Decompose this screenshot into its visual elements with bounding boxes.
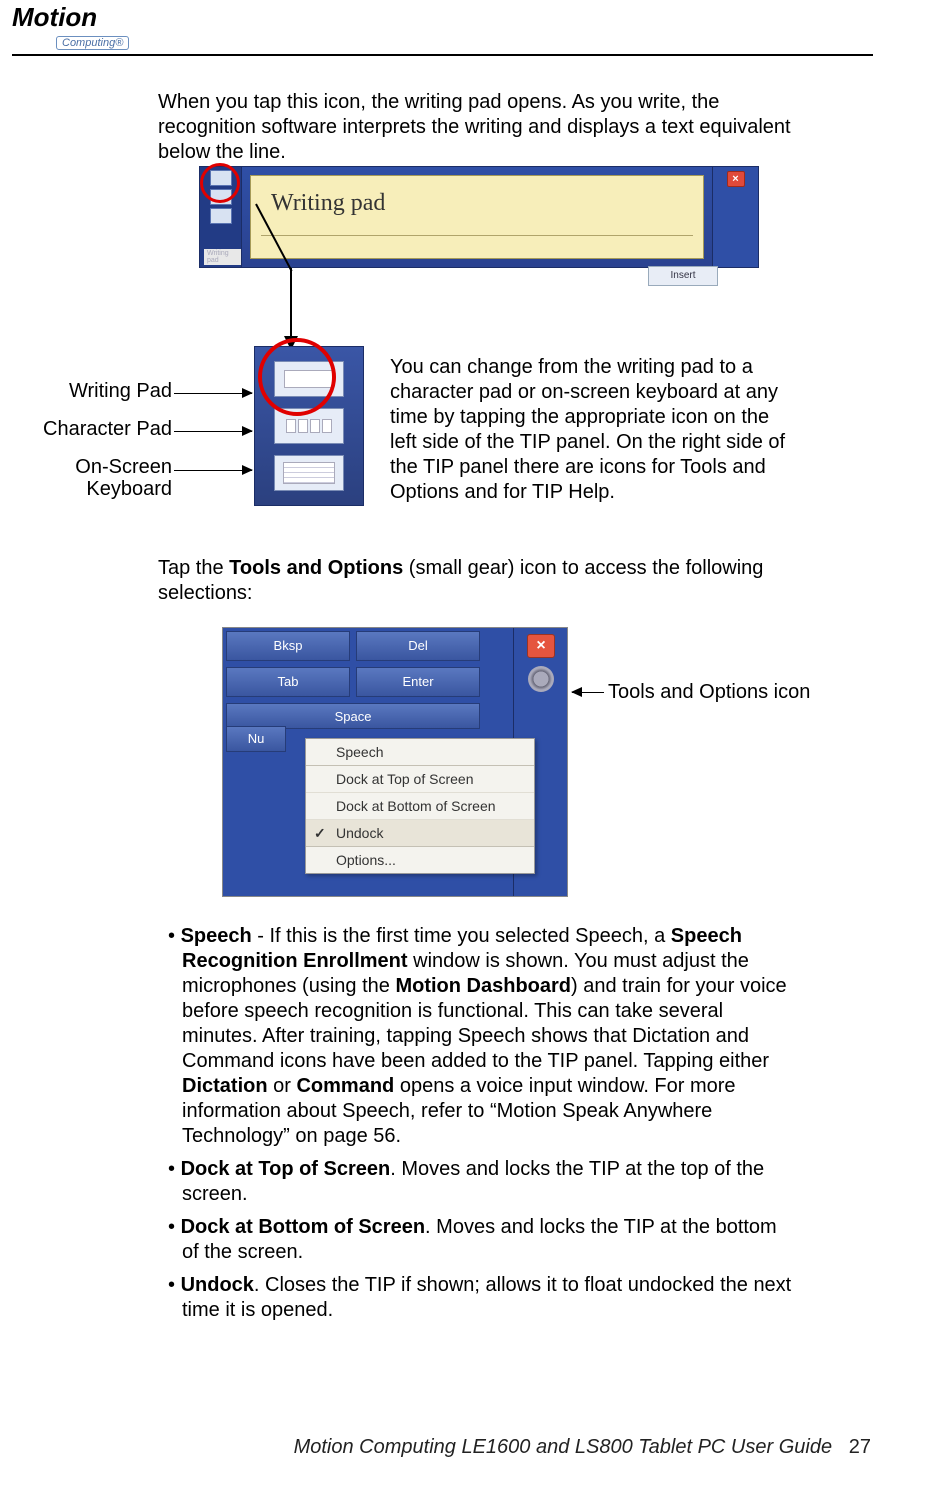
side-paragraph: You can change from the writing pad to a… (390, 355, 800, 505)
gear-icon[interactable] (528, 666, 554, 692)
callout-circle-mode (258, 338, 336, 416)
menu-item-undock[interactable]: Undock (306, 820, 534, 847)
menu-item-dock-bottom[interactable]: Dock at Bottom of Screen (306, 793, 534, 820)
key-bksp[interactable]: Bksp (226, 631, 350, 661)
bullet-dock-bottom: Dock at Bottom of Screen. Moves and lock… (168, 1215, 798, 1265)
logo-main: Motion (12, 2, 182, 33)
label-onscreen-keyboard: On-Screen Keyboard (42, 456, 172, 500)
callout-arrow-line-2 (290, 268, 292, 338)
writing-area[interactable]: Writing pad (250, 175, 704, 259)
writing-baseline (261, 235, 693, 236)
keyboard-tab-icon[interactable] (210, 208, 232, 224)
close-icon[interactable]: × (527, 634, 555, 658)
header-rule (12, 54, 873, 56)
bullet-dock-top: Dock at Top of Screen. Moves and locks t… (168, 1157, 798, 1207)
mode-onscreen-keyboard[interactable] (274, 455, 344, 491)
callout-arrow-tools (572, 692, 604, 693)
callout-circle-tab (200, 163, 240, 203)
brand-logo: Motion Computing® (12, 2, 182, 52)
tab-label: Writing pad (204, 249, 241, 265)
bullet-undock: Undock. Closes the TIP if shown; allows … (168, 1273, 798, 1323)
label-arrow-character (174, 431, 252, 432)
callout-label-tools: Tools and Options icon (608, 681, 810, 704)
logo-sub: Computing® (56, 36, 129, 50)
mode-label-group: Writing Pad Character Pad On-Screen Keyb… (42, 380, 172, 516)
key-nu[interactable]: Nu (226, 726, 286, 752)
label-arrow-writing (174, 393, 252, 394)
key-enter[interactable]: Enter (356, 667, 480, 697)
options-bullet-list: Speech - If this is the first time you s… (168, 924, 798, 1331)
menu-item-options[interactable]: Options... (306, 847, 534, 873)
key-tab[interactable]: Tab (226, 667, 350, 697)
footer-page-number: 27 (849, 1436, 871, 1458)
tools-options-figure: Bksp Del Tab Enter Space Nu × Speech Doc… (222, 627, 568, 897)
label-writing-pad: Writing Pad (42, 380, 172, 402)
key-del[interactable]: Del (356, 631, 480, 661)
tools-dropdown-menu: Speech Dock at Top of Screen Dock at Bot… (305, 738, 535, 874)
close-icon[interactable]: × (727, 171, 745, 187)
label-character-pad: Character Pad (42, 418, 172, 440)
handwriting-sample: Writing pad (271, 190, 385, 217)
intro-paragraph: When you tap this icon, the writing pad … (158, 90, 798, 165)
footer-title: Motion Computing LE1600 and LS800 Tablet… (294, 1436, 833, 1458)
label-arrow-keyboard (174, 470, 252, 471)
tap-tools-paragraph: Tap the Tools and Options (small gear) i… (158, 556, 798, 606)
bullet-speech: Speech - If this is the first time you s… (168, 924, 798, 1149)
tip-right-controls: × (712, 167, 758, 267)
insert-button[interactable]: Insert (648, 266, 718, 286)
menu-item-speech[interactable]: Speech (306, 739, 534, 766)
page-footer: Motion Computing LE1600 and LS800 Tablet… (294, 1436, 871, 1459)
menu-item-dock-top[interactable]: Dock at Top of Screen (306, 766, 534, 793)
